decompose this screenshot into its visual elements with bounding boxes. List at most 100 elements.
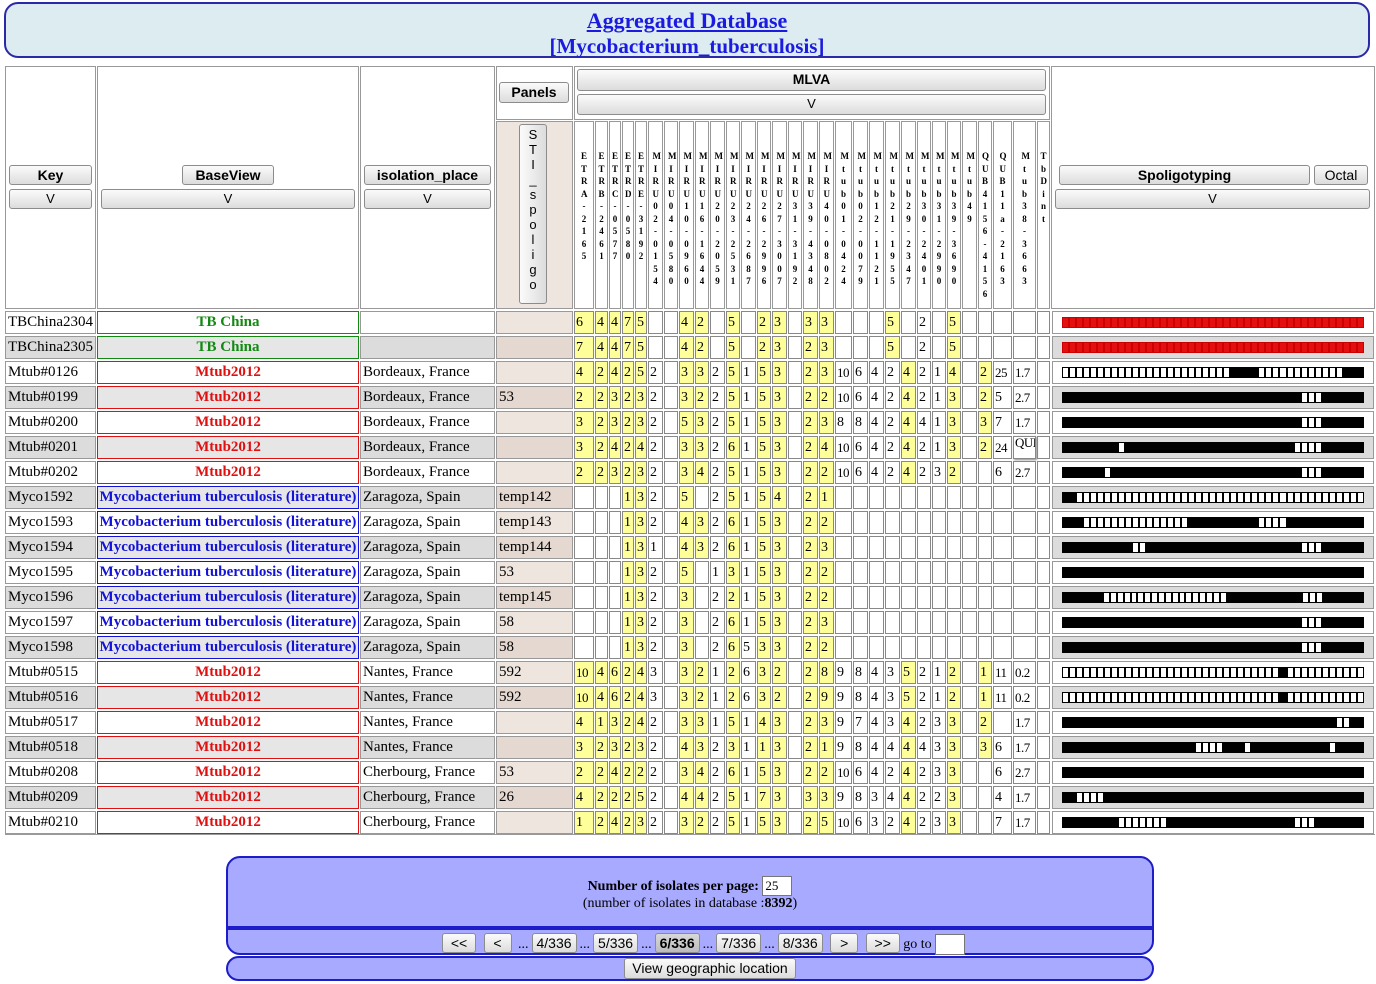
baseview-cell[interactable]: Mtub2012 [97,461,359,484]
mlva-locus-header[interactable]: MIRU10-0960 [679,121,694,309]
table-row[interactable]: Mtub#0517 Mtub2012 Nantes, France 4 1 3 2 4 2 3 3 1… [0,710,1376,735]
baseview-cell[interactable]: Mycobacterium tuberculosis (literature) [97,636,359,659]
mlva-locus-header[interactable]: MIRU27-3007 [772,121,787,309]
baseview-cell[interactable]: Mtub2012 [97,711,359,734]
goto-page-input[interactable] [935,934,966,956]
mlva-locus-header[interactable]: Mtub49 [962,121,977,309]
mlva-locus-header[interactable]: Mtub31-2990 [932,121,946,309]
mlva-sort-button[interactable]: V [577,94,1046,115]
baseview-cell[interactable]: Mtub2012 [97,686,359,709]
database-title-link[interactable]: Aggregated Database [6,8,1368,34]
place-header-cell [360,66,495,309]
key-column-button[interactable]: Key [9,165,92,185]
mlva-locus-header[interactable]: MIRU39-4348 [803,121,818,309]
baseview-cell[interactable]: TB China [97,311,359,334]
panels-button[interactable]: Panels [499,82,569,103]
octal-button[interactable]: Octal [1314,165,1368,185]
table-row[interactable]: Mtub#0126 Mtub2012 Bordeaux, France 4 2 4 2 5 2 3… [0,360,1376,385]
mlva-locus-header[interactable]: Mtub29-2347 [901,121,916,309]
mlva-locus-header[interactable]: Mtub01-0424 [835,121,852,309]
mlva-locus-header[interactable]: MIRU24-2687 [741,121,756,309]
baseview-cell[interactable]: Mtub2012 [97,661,359,684]
mlva-locus-header[interactable]: MIRU26-2996 [757,121,771,309]
mlva-locus-header[interactable]: ETRD-0580 [622,121,634,309]
isolation-place-column-button[interactable]: isolation_place [364,165,491,185]
baseview-cell[interactable]: Mtub2012 [97,786,359,809]
table-row[interactable]: Mtub#0202 Mtub2012 Bordeaux, France 2 2 3 2 3 2 3… [0,460,1376,485]
baseview-cell[interactable]: TB China [97,336,359,359]
first-page-button[interactable]: << [442,933,476,953]
last-page-button[interactable]: >> [865,933,900,953]
mlva-locus-header[interactable]: ETRC-0577 [609,121,621,309]
mlva-locus-header[interactable]: Mtub02-0079 [853,121,868,309]
mlva-locus-header[interactable]: Mtub30-2401 [917,121,931,309]
table-row[interactable]: Myco1598 Mycobacterium tuberculosis (lite… [0,635,1376,660]
baseview-cell[interactable]: Mtub2012 [97,411,359,434]
table-row[interactable]: Mtub#0208 Mtub2012 Cherbourg, France 53 2 2 4 2… [0,760,1376,785]
table-row[interactable]: Mtub#0209 Mtub2012 Cherbourg, France 26 4 2 2 2… [0,785,1376,810]
table-row[interactable]: Myco1593 Mycobacterium tuberculosis (lite… [0,510,1376,535]
table-row[interactable]: Mtub#0515 Mtub2012 Nantes, France 592 10 4 6 2 4… [0,660,1376,685]
mlva-locus-header[interactable]: ETRE-3192 [635,121,647,309]
table-row[interactable]: Myco1595 Mycobacterium tuberculosis (lite… [0,560,1376,585]
table-row[interactable]: Myco1592 Mycobacterium tuberculosis (lite… [0,485,1376,510]
mlva-locus-header[interactable]: QUB4156-4156 [978,121,992,309]
mlva-locus-header[interactable]: Mtub39-3690 [947,121,961,309]
table-row[interactable]: Mtub#0518 Mtub2012 Nantes, France 3 2 3 2 3 2 4 3 2… [0,735,1376,760]
mlva-locus-header[interactable]: MIRU16-1644 [695,121,709,309]
mlva-locus-header[interactable]: QUB11a-2163 [993,121,1012,309]
page-button[interactable]: 4/336 [531,933,577,953]
mlva-locus-header[interactable]: MIRU31-3192 [788,121,802,309]
table-row[interactable]: TBChina2305 TB China 7 4 4 7 5 4 2 5 2 3 2 3 5 2 5 [0,335,1376,360]
mlva-locus-header[interactable]: MIRU20-2059 [710,121,725,309]
mlva-locus-header[interactable]: ETRA-2165 [574,121,594,309]
baseview-cell[interactable]: Mtub2012 [97,811,359,834]
baseview-cell[interactable]: Mtub2012 [97,436,359,459]
mlva-locus-header[interactable]: ETRB-2461 [595,121,608,309]
spoligotyping-column-button[interactable]: Spoligotyping [1059,165,1310,185]
table-row[interactable]: Mtub#0200 Mtub2012 Bordeaux, France 3 2 3 2 3 2 5… [0,410,1376,435]
baseview-cell[interactable]: Mycobacterium tuberculosis (literature) [97,486,359,509]
mlva-locus-header[interactable]: Mtub21-1955 [885,121,900,309]
sit-spoligo-column-button[interactable]: S T I _ s p o l i g o [519,124,547,304]
table-row[interactable]: Mtub#0210 Mtub2012 Cherbourg, France 1 2 4 2 3 2… [0,810,1376,835]
key-sort-button[interactable]: V [9,189,92,209]
baseview-cell[interactable]: Mycobacterium tuberculosis (literature) [97,561,359,584]
baseview-cell[interactable]: Mtub2012 [97,386,359,409]
mlva-locus-header[interactable]: Mtub12-1121 [869,121,884,309]
mlva-locus-header[interactable]: MIRU02-0154 [648,121,663,309]
table-row[interactable]: TBChina2304 TB China 6 4 4 7 5 4 2 5 2 3 3 3 5 2 5 [0,310,1376,335]
view-geographic-location-button[interactable]: View geographic location [624,958,796,979]
baseview-column-button[interactable]: BaseView [182,165,274,185]
baseview-cell[interactable]: Mtub2012 [97,761,359,784]
table-row[interactable]: Myco1597 Mycobacterium tuberculosis (lite… [0,610,1376,635]
current-page-button[interactable]: 6/336 [654,933,700,953]
page-button[interactable]: 5/336 [593,933,639,953]
mlva-locus-header[interactable]: TbDint [1037,121,1050,309]
table-row[interactable]: Myco1596 Mycobacterium tuberculosis (lite… [0,585,1376,610]
table-row[interactable]: Mtub#0199 Mtub2012 Bordeaux, France 53 2 2 3 2 3… [0,385,1376,410]
next-page-button[interactable]: > [830,933,859,953]
mlva-value-cell: 2 [710,411,725,434]
table-row[interactable]: Mtub#0201 Mtub2012 Bordeaux, France 3 2 4 2 4 2 3… [0,435,1376,460]
baseview-cell[interactable]: Mycobacterium tuberculosis (literature) [97,536,359,559]
baseview-cell[interactable]: Mycobacterium tuberculosis (literature) [97,611,359,634]
spoligotyping-sort-button[interactable]: V [1055,189,1370,209]
isolation-place-sort-button[interactable]: V [364,189,491,209]
table-row[interactable]: Myco1594 Mycobacterium tuberculosis (lite… [0,535,1376,560]
baseview-cell[interactable]: Mtub2012 [97,361,359,384]
baseview-sort-button[interactable]: V [101,189,355,209]
prev-page-button[interactable]: < [483,933,512,953]
page-button[interactable]: 8/336 [777,933,823,953]
mlva-locus-header[interactable]: MIRU23-2531 [726,121,740,309]
mlva-locus-header[interactable]: Mtub38-3663 [1013,121,1036,309]
baseview-cell[interactable]: Mycobacterium tuberculosis (literature) [97,586,359,609]
baseview-cell[interactable]: Mtub2012 [97,736,359,759]
mlva-locus-header[interactable]: MIRU40-0802 [819,121,834,309]
table-row[interactable]: Mtub#0516 Mtub2012 Nantes, France 592 10 4 6 2 4… [0,685,1376,710]
page-button[interactable]: 7/336 [716,933,762,953]
baseview-cell[interactable]: Mycobacterium tuberculosis (literature) [97,511,359,534]
mlva-group-button[interactable]: MLVA [577,69,1046,91]
mlva-locus-header[interactable]: MIRU04-0580 [664,121,678,309]
per-page-input[interactable] [762,876,793,896]
